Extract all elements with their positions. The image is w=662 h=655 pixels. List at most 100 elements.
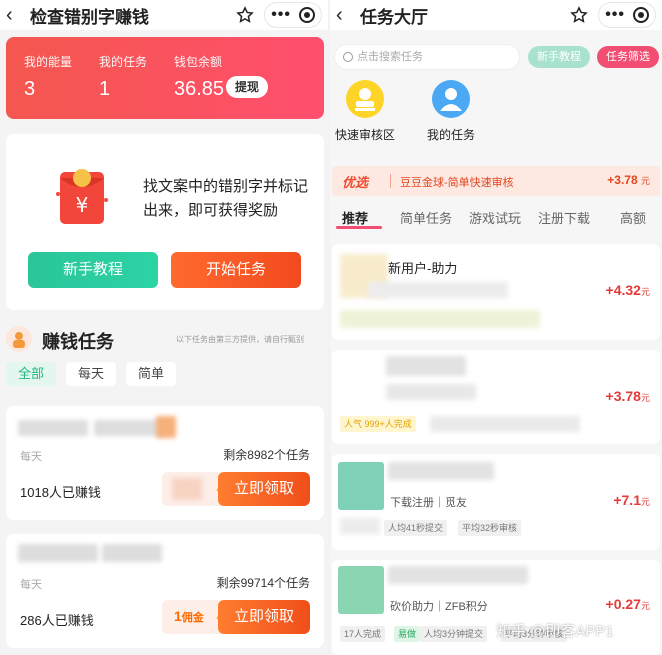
claim-button[interactable]: 立即领取 (218, 472, 310, 506)
claim-button-group[interactable]: 立即领取 (162, 472, 310, 506)
left-top-bar: ‹ 检查错别字赚钱 ••• (0, 0, 328, 30)
intro-text: 找文案中的错别字并标记出来，即可获得奖励 (143, 178, 309, 219)
remaining-count: 剩余99714个任务 (216, 576, 310, 590)
task-reward: +4.32元 (606, 282, 650, 298)
mini-program-capsule: ••• (264, 2, 322, 28)
star-icon[interactable] (236, 6, 255, 24)
task-list-item[interactable]: 新用户-助力 +4.32元 (332, 244, 660, 340)
close-target-icon[interactable] (299, 7, 315, 23)
earned-count: 1018人已赚钱 (20, 485, 101, 500)
blurred-tags (340, 310, 540, 328)
stamp-icon (346, 80, 384, 118)
more-icon[interactable]: ••• (271, 7, 291, 23)
svg-text:¥: ¥ (76, 193, 89, 217)
my-tasks-label: 我的任务 (426, 128, 475, 142)
star-icon[interactable] (570, 6, 589, 24)
page-title: 任务大厅 (360, 7, 428, 27)
featured-title: 豆豆金球-简单快速审核 (400, 177, 514, 189)
blurred-bonus (172, 478, 202, 500)
blurred-badge (156, 416, 176, 438)
completion-count: 999+人完成 (364, 419, 412, 429)
task-reward-unit: 元 (640, 497, 650, 507)
task-thumbnail (338, 566, 384, 614)
task-title: 新用户-助力 (388, 261, 458, 276)
claim-button[interactable]: 立即领取 (218, 600, 310, 634)
filter-all[interactable]: 全部 (6, 362, 57, 386)
money-bag-icon (6, 326, 32, 352)
featured-reward: +3.78 元 (607, 173, 650, 187)
task-subtitle: 砍价助力｜ZFB积分 (390, 601, 488, 613)
quick-review-entry[interactable]: 快速审核区 (330, 80, 400, 143)
user-icon (432, 80, 470, 118)
task-reward: +0.27元 (606, 596, 650, 612)
earned-count: 286人已赚钱 (20, 613, 94, 628)
daily-label: 每天 (20, 451, 42, 463)
task-reward: +3.78元 (606, 388, 650, 404)
submit-time-badge: 人均41秒提交 (384, 520, 448, 536)
divider (390, 174, 391, 188)
right-screen: ‹ 任务大厅 ••• 点击搜索任务 新手教程 任务筛选 快速审核区 我的任务 优… (330, 0, 662, 655)
task-reward-unit: 元 (640, 393, 650, 403)
task-card[interactable]: 每天 剩余99714个任务 286人已赚钱 1佣金 立即领取 (6, 534, 324, 648)
task-list-item[interactable]: 下载注册｜觅友 人均41秒提交 平均32秒审核 +7.1元 (332, 454, 660, 550)
wallet-panel: 我的能量 3 我的任务 1 钱包余额 36.85 (6, 37, 324, 119)
task-reward-value: +3.78 (605, 388, 641, 404)
bonus-value: 1 (174, 608, 182, 624)
search-input[interactable]: 点击搜索任务 (334, 44, 520, 70)
red-envelope-icon: ¥ (56, 169, 108, 224)
active-tab-indicator (336, 226, 382, 229)
featured-tag: 优选 (342, 175, 369, 190)
more-icon[interactable]: ••• (605, 7, 625, 23)
close-target-icon[interactable] (633, 7, 649, 23)
my-tasks-entry[interactable]: 我的任务 (416, 80, 486, 143)
balance-value: 36.85 (174, 78, 225, 100)
hot-label: 人气 (344, 419, 363, 429)
left-screen: ‹ 检查错别字赚钱 ••• 我的能量 3 我的任务 1 钱包余额 36.85 提… (0, 0, 328, 655)
blurred-title (102, 544, 162, 562)
claim-button-group[interactable]: 1佣金 立即领取 (162, 600, 310, 634)
easy-badge: 易做 (394, 626, 421, 642)
blurred-title (18, 420, 88, 436)
blurred-title (388, 462, 494, 480)
task-list-item[interactable]: 人气 999+人完成 +3.78元 (332, 350, 660, 444)
tasks-stat: 我的任务 1 (99, 53, 147, 101)
tab-recommend[interactable]: 推荐 (342, 208, 368, 227)
task-reward-unit: 元 (640, 287, 650, 297)
completion-count: 17人完成 (340, 626, 386, 642)
balance-label: 钱包余额 (174, 55, 223, 69)
quick-review-label: 快速审核区 (334, 128, 395, 142)
search-placeholder: 点击搜索任务 (357, 51, 423, 63)
filter-daily[interactable]: 每天 (66, 362, 117, 386)
blurred-subtitle (368, 282, 508, 298)
filter-simple[interactable]: 简单 (126, 362, 177, 386)
tutorial-button[interactable]: 新手教程 (28, 252, 158, 288)
tutorial-pill-button[interactable]: 新手教程 (528, 46, 590, 68)
energy-stat: 我的能量 3 (24, 53, 72, 101)
tab-high-reward[interactable]: 高额 (620, 208, 646, 227)
task-reward-value: +0.27 (605, 596, 641, 612)
submit-time-badge: 人均3分钟提交 (420, 626, 488, 642)
remaining-count: 剩余8982个任务 (223, 448, 310, 462)
blurred-title (388, 566, 528, 584)
withdraw-button[interactable]: 提现 (226, 76, 269, 98)
tab-register-download[interactable]: 注册下载 (538, 208, 590, 227)
hot-badge: 人气 999+人完成 (340, 416, 416, 432)
review-time-badge: 平均32秒审核 (458, 520, 522, 536)
intro-card: ¥ 找文案中的错别字并标记出来，即可获得奖励 新手教程 开始任务 (6, 134, 324, 310)
daily-label: 每天 (20, 579, 42, 591)
featured-reward-unit: 元 (640, 176, 650, 186)
back-icon[interactable]: ‹ (6, 5, 26, 25)
blurred-tag (340, 518, 380, 534)
blurred-title (18, 544, 98, 562)
back-icon[interactable]: ‹ (336, 5, 356, 25)
featured-banner[interactable]: 优选 豆豆金球-简单快速审核 +3.78 元 (332, 166, 660, 196)
task-filter-button[interactable]: 任务筛选 (597, 46, 659, 68)
watermark: 知乎 @即客APP1 (496, 623, 614, 640)
tab-games[interactable]: 游戏试玩 (469, 208, 521, 227)
task-card[interactable]: 每天 剩余8982个任务 1018人已赚钱 立即领取 (6, 406, 324, 520)
blurred-stats (430, 416, 580, 432)
start-task-button[interactable]: 开始任务 (171, 252, 301, 288)
tab-simple[interactable]: 简单任务 (400, 208, 452, 227)
page-title: 检查错别字赚钱 (30, 7, 149, 27)
balance-stat: 钱包余额 36.85 (174, 53, 224, 101)
